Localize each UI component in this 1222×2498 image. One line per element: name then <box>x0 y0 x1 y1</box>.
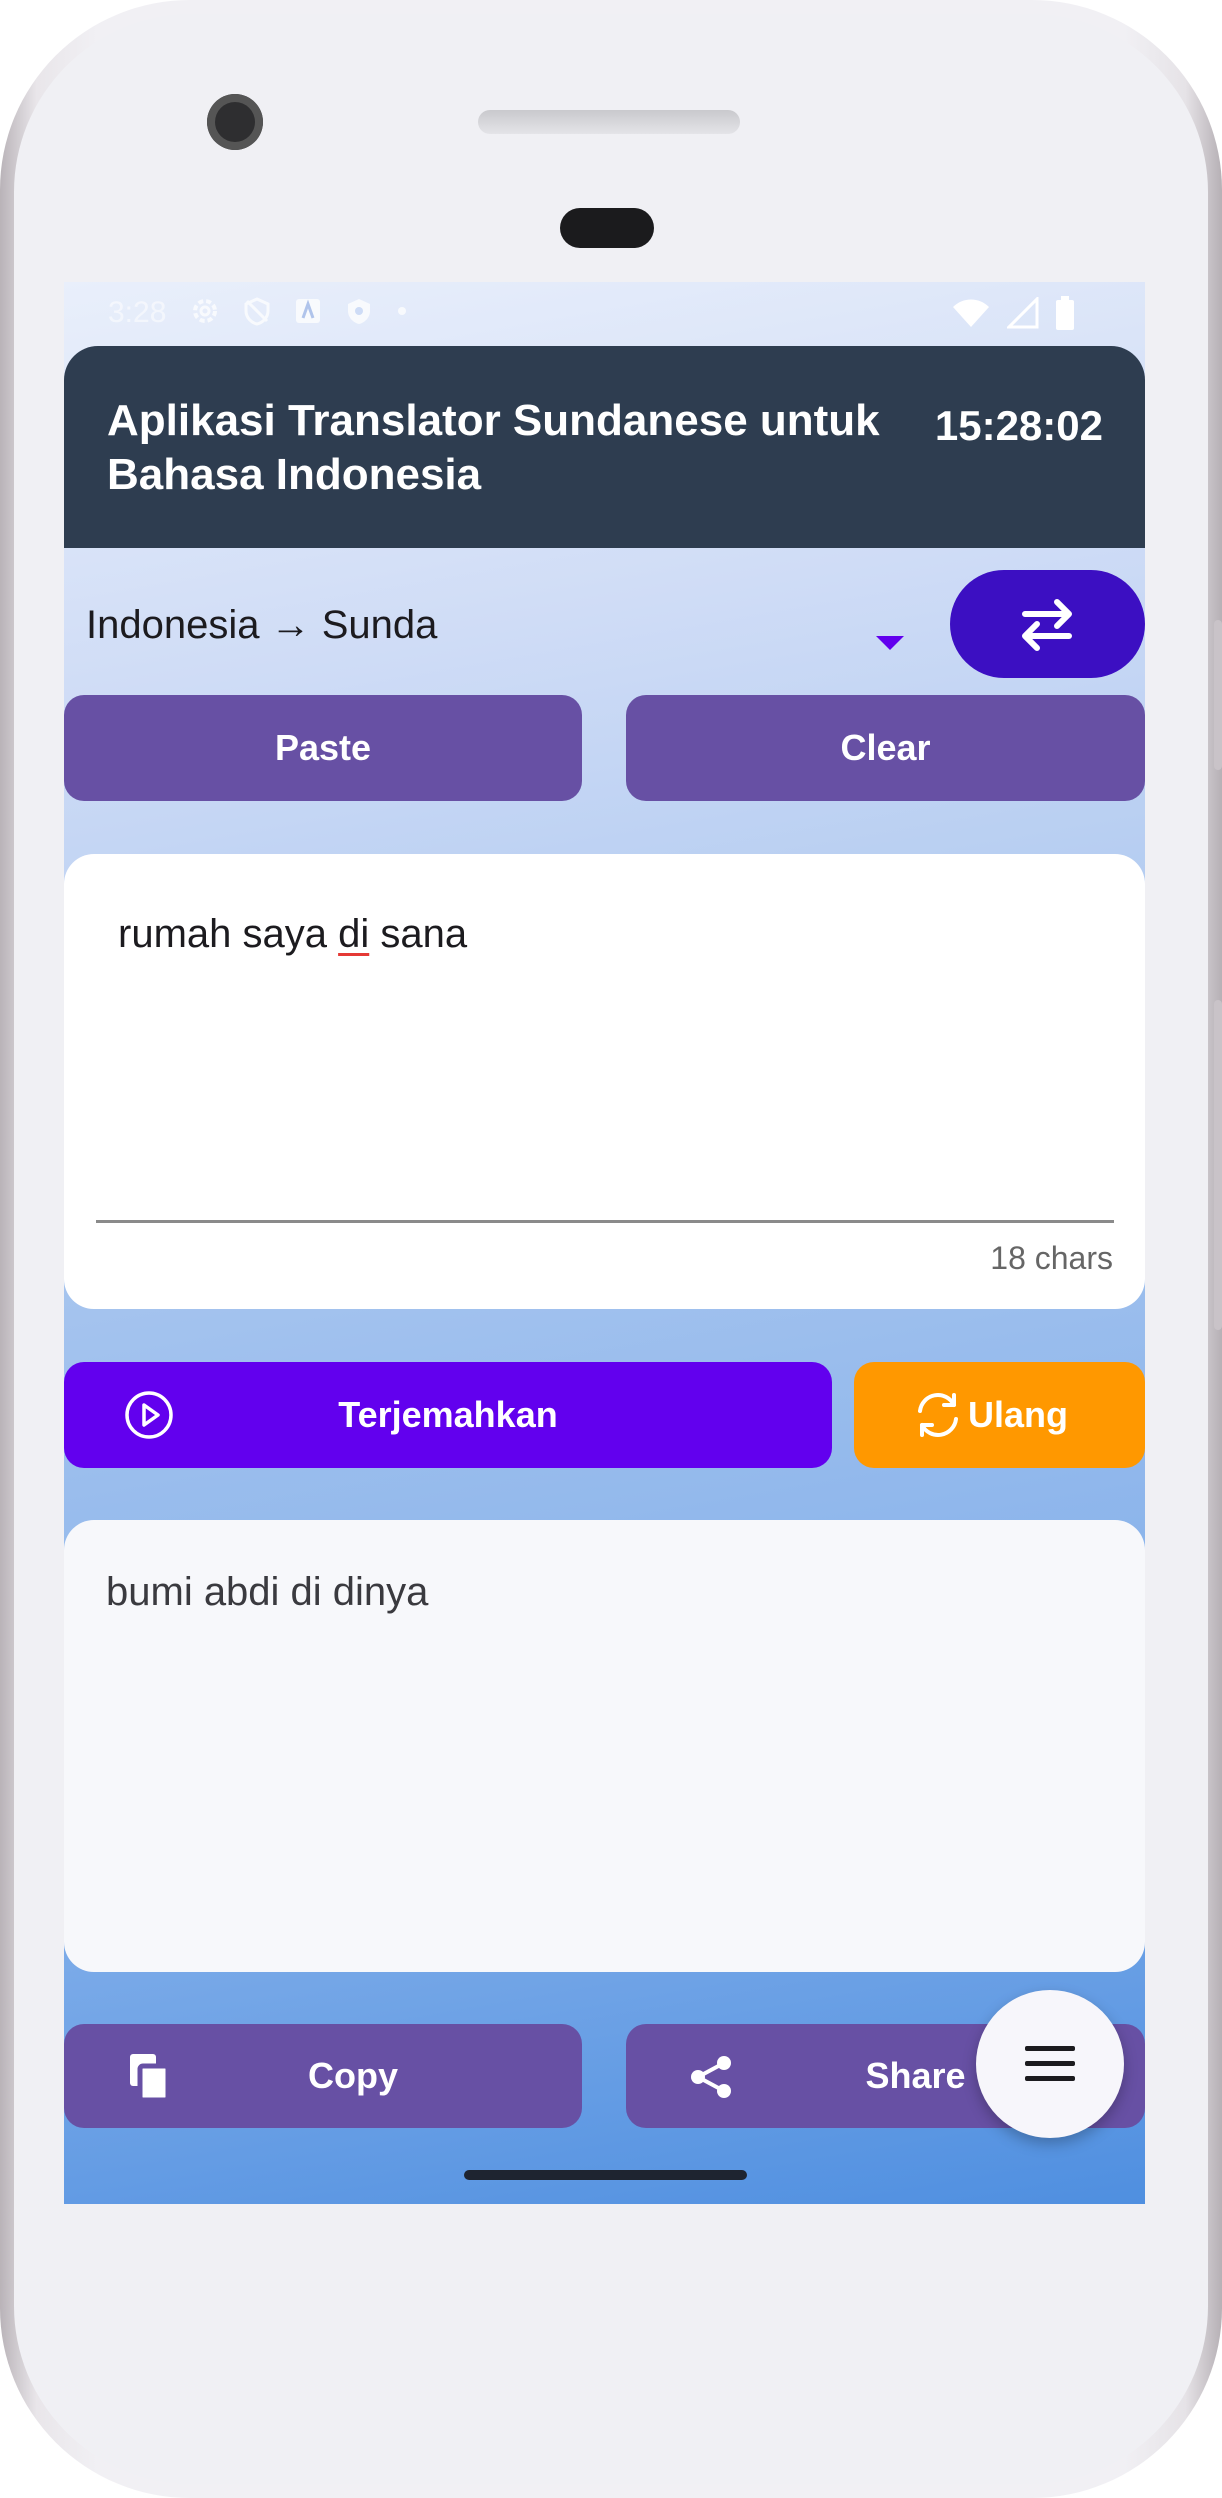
copy-button[interactable]: Copy <box>64 2024 582 2128</box>
home-indicator[interactable] <box>464 2170 747 2180</box>
app-screen: 3:28 Aplikasi Translator Sundanese untuk… <box>64 282 1145 2204</box>
status-icons-left <box>190 296 408 326</box>
side-button <box>1214 1000 1222 1330</box>
caret-down-icon <box>876 636 904 650</box>
input-card: rumah saya di sana 18 chars <box>64 854 1145 1309</box>
char-count: 18 chars <box>990 1240 1113 1276</box>
status-icons-right <box>951 296 1075 330</box>
gear-icon <box>193 299 217 323</box>
clear-label: Clear <box>840 727 931 768</box>
app-title: Aplikasi Translator Sundanese untuk Baha… <box>107 396 880 499</box>
app-clock: 15:28:02 <box>934 402 1103 449</box>
repeat-button[interactable]: Ulang <box>854 1362 1145 1468</box>
signal-icon <box>1007 297 1039 329</box>
status-time: 3:28 <box>108 296 167 329</box>
translate-label: Terjemahkan <box>338 1394 558 1435</box>
shield-off-icon <box>244 297 270 326</box>
spellcheck-flagged-word: di <box>338 912 370 956</box>
proximity-sensor <box>560 208 654 248</box>
wifi-icon <box>953 299 989 327</box>
volume-button <box>1214 620 1222 770</box>
clear-button[interactable]: Clear <box>626 695 1145 801</box>
swap-language-button[interactable] <box>950 570 1145 678</box>
translation-output: bumi abdi di dinya <box>106 1570 429 1614</box>
menu-icon <box>1025 2046 1075 2081</box>
language-selected: Indonesia → Sunda <box>86 603 438 647</box>
input-underline <box>96 1220 1114 1223</box>
translate-button[interactable]: Terjemahkan <box>64 1362 832 1468</box>
dot-icon <box>398 307 406 315</box>
status-bar: 3:28 <box>64 282 1145 346</box>
shield-icon <box>348 299 370 324</box>
refresh-icon <box>918 1393 958 1437</box>
source-text-input[interactable]: rumah saya di sana <box>118 912 467 957</box>
repeat-label: Ulang <box>968 1394 1069 1435</box>
battery-icon <box>1056 296 1074 330</box>
swap-arrows-icon <box>1022 599 1072 651</box>
output-card: bumi abdi di dinya <box>64 1520 1145 1972</box>
menu-fab[interactable] <box>976 1990 1124 2138</box>
app-bar: Aplikasi Translator Sundanese untuk Baha… <box>64 346 1145 548</box>
language-dropdown[interactable]: Indonesia → Sunda <box>86 592 946 658</box>
copy-label: Copy <box>308 2055 398 2096</box>
paste-button[interactable]: Paste <box>64 695 582 801</box>
paste-label: Paste <box>274 727 372 768</box>
front-camera <box>207 94 263 150</box>
earpiece-speaker <box>478 110 740 134</box>
font-icon <box>296 299 320 323</box>
